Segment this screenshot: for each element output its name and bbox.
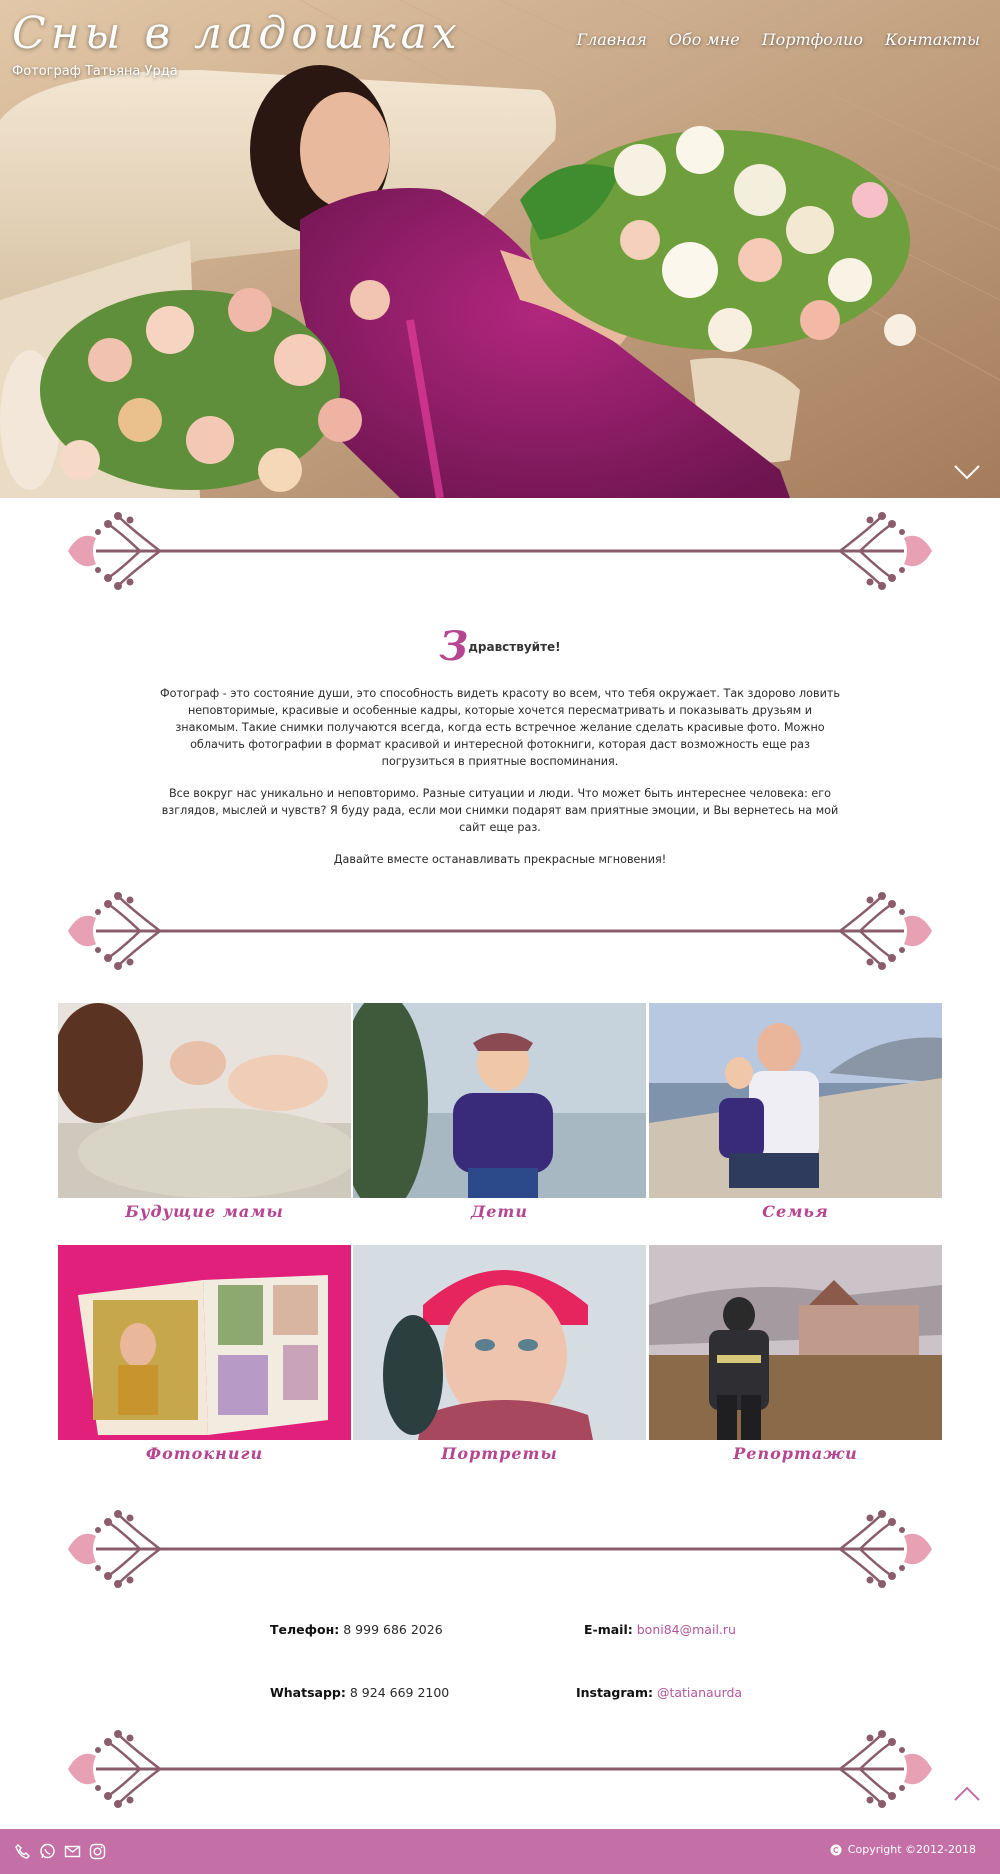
mail-icon[interactable] xyxy=(64,1843,81,1860)
gallery-caption: Фотокниги xyxy=(145,1444,264,1463)
whatsapp-icon[interactable] xyxy=(39,1843,56,1860)
chevron-up-icon[interactable] xyxy=(952,1784,982,1804)
gallery-tile-children[interactable]: Дети xyxy=(353,1003,646,1221)
instagram-label: Instagram: xyxy=(576,1685,653,1700)
gallery-caption: Будущие мамы xyxy=(125,1202,284,1221)
whatsapp-value[interactable]: 8 924 669 2100 xyxy=(350,1685,449,1700)
ornament-divider xyxy=(68,892,932,970)
intro-paragraph: Фотограф - это состояние души, это спосо… xyxy=(160,687,840,768)
gallery-photo xyxy=(649,1245,942,1440)
ornament-divider xyxy=(68,1510,932,1588)
greeting-heading: Здравствуйте! xyxy=(160,626,840,667)
instagram-link[interactable]: @tatianaurda xyxy=(657,1685,742,1700)
phone-value[interactable]: 8 999 686 2026 xyxy=(343,1622,442,1637)
contact-phone: Телефон: 8 999 686 2026 xyxy=(270,1622,443,1637)
hero-banner: Сны в ладошках Фотограф Татьяна Урда Гла… xyxy=(0,0,1000,498)
email-link[interactable]: boni84@mail.ru xyxy=(637,1622,736,1637)
copyright-text: Copyright ©2012-2018 xyxy=(847,1843,976,1856)
intro-paragraph: Все вокруг нас уникально и неповторимо. … xyxy=(161,787,839,834)
gallery-caption: Портреты xyxy=(441,1444,558,1463)
main-nav: Главная Обо мне Портфолио Контакты xyxy=(577,30,981,49)
chevron-down-icon[interactable] xyxy=(952,462,982,482)
intro-closing: Давайте вместе останавливать прекрасные … xyxy=(333,853,667,866)
contact-whatsapp: Whatsapp: 8 924 669 2100 xyxy=(270,1685,449,1700)
gallery-photo xyxy=(353,1003,646,1198)
phone-icon[interactable] xyxy=(14,1843,31,1860)
gallery-tile-portraits[interactable]: Портреты xyxy=(353,1245,646,1463)
gallery-photo xyxy=(58,1003,351,1198)
ornament-divider xyxy=(68,1730,932,1808)
gallery-tile-family[interactable]: Семья xyxy=(649,1003,942,1221)
email-label: E-mail: xyxy=(584,1622,633,1637)
nav-item-portfolio[interactable]: Портфолио xyxy=(762,30,863,49)
gallery-caption: Репортажи xyxy=(733,1444,858,1463)
gallery-photo xyxy=(353,1245,646,1440)
greeting-text: дравствуйте! xyxy=(468,640,561,654)
copyright: Copyright ©2012-2018 xyxy=(830,1843,976,1856)
contact-instagram: Instagram: @tatianaurda xyxy=(576,1685,742,1700)
ornament-divider xyxy=(68,512,932,590)
gallery-tile-reportage[interactable]: Репортажи xyxy=(649,1245,942,1463)
instagram-icon[interactable] xyxy=(89,1843,106,1860)
gallery-photo xyxy=(58,1245,351,1440)
gallery-tile-photobooks[interactable]: Фотокниги xyxy=(58,1245,351,1463)
nav-item-home[interactable]: Главная xyxy=(577,30,647,49)
site-footer: Copyright ©2012-2018 xyxy=(0,1829,1000,1874)
site-title[interactable]: Сны в ладошках xyxy=(12,8,462,59)
social-icons xyxy=(14,1843,106,1860)
gallery-photo xyxy=(649,1003,942,1198)
gallery-tile-expecting-mothers[interactable]: Будущие мамы xyxy=(58,1003,351,1221)
phone-label: Телефон: xyxy=(270,1622,340,1637)
gallery-caption: Дети xyxy=(471,1202,528,1221)
gallery-caption: Семья xyxy=(762,1202,829,1221)
greeting-initial: З xyxy=(439,623,469,670)
site-subtitle: Фотограф Татьяна Урда xyxy=(12,64,178,79)
whatsapp-label: Whatsapp: xyxy=(270,1685,346,1700)
contact-email: E-mail: boni84@mail.ru xyxy=(584,1622,736,1637)
nav-item-contacts[interactable]: Контакты xyxy=(885,30,980,49)
nav-item-about[interactable]: Обо мне xyxy=(669,30,740,49)
copyright-icon xyxy=(830,1844,842,1855)
intro-section: Здравствуйте! Фотограф - это состояние д… xyxy=(160,626,840,883)
